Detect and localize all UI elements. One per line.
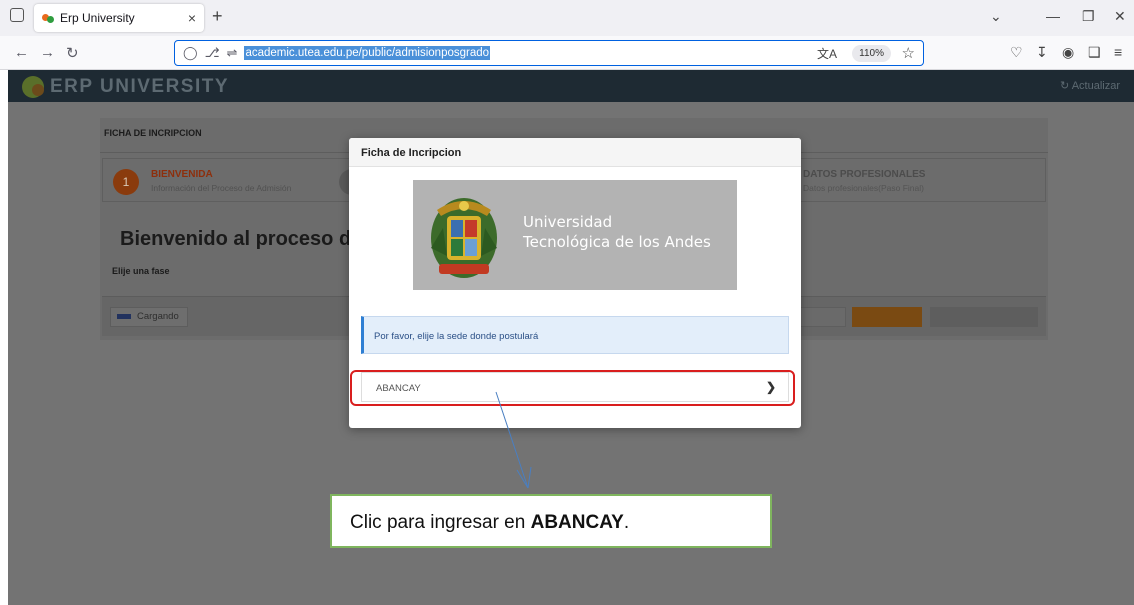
- brand[interactable]: ERP UNIVERSITY: [22, 76, 229, 98]
- step-subtitle: Información del Proceso de Admisión: [151, 183, 292, 193]
- screenshot: Erp University × + ⌄ — ❐ ✕ ← → ↻ ◯ ⎇ ⇌ a…: [0, 0, 1134, 605]
- browser-nav-bar: ← → ↻ ◯ ⎇ ⇌ academic.utea.edu.pe/public/…: [0, 36, 1134, 70]
- modal-title: Ficha de Incripcion: [361, 147, 462, 159]
- step-number: 1: [113, 169, 139, 195]
- welcome-heading: Bienvenido al proceso de: [120, 228, 363, 250]
- step-title: DATOS PROFESIONALES: [803, 169, 926, 180]
- address-bar[interactable]: ◯ ⎇ ⇌ academic.utea.edu.pe/public/admisi…: [174, 40, 924, 66]
- info-alert: Por favor, elije la sede donde postulará: [361, 316, 789, 354]
- bookmark-star-icon[interactable]: ☆: [902, 44, 915, 62]
- lock-icon[interactable]: ⎇: [205, 45, 220, 61]
- tab-close-icon[interactable]: ×: [188, 10, 196, 26]
- callout-text: Clic para ingresar en ABANCAY.: [350, 512, 629, 534]
- instruction-callout: Clic para ingresar en ABANCAY.: [330, 494, 772, 548]
- modal-header: Ficha de Incripcion: [349, 138, 801, 167]
- section-title: FICHA DE INCRIPCION: [104, 128, 202, 138]
- phase-label: Elije una fase: [112, 266, 170, 276]
- permissions-icon[interactable]: ⇌: [227, 45, 238, 61]
- university-name-line: Tecnológica de los Andes: [523, 233, 711, 251]
- list-all-tabs-icon[interactable]: ⌄: [990, 8, 1002, 25]
- university-crest-icon: [431, 198, 497, 278]
- account-icon[interactable]: ◉: [1062, 44, 1074, 61]
- next-button[interactable]: [852, 307, 922, 327]
- tab-title: Erp University: [60, 11, 135, 25]
- info-text: Por favor, elije la sede donde postulará: [374, 331, 539, 342]
- university-name-line: Universidad: [523, 213, 613, 231]
- shield-icon[interactable]: ◯: [183, 45, 198, 61]
- callout-bold: ABANCAY: [530, 512, 624, 533]
- zoom-level[interactable]: 110%: [852, 45, 891, 62]
- finish-button[interactable]: [930, 307, 1038, 327]
- callout-prefix: Clic para ingresar en: [350, 512, 531, 533]
- reload-icon[interactable]: ↻: [66, 44, 79, 62]
- downloads-icon[interactable]: ↧: [1036, 44, 1048, 61]
- refresh-button[interactable]: ↻ Actualizar: [1060, 79, 1120, 92]
- minimize-icon[interactable]: —: [1046, 8, 1060, 24]
- browser-tab-bar: Erp University × + ⌄ — ❐ ✕: [0, 0, 1134, 36]
- university-name: Universidad Tecnológica de los Andes: [523, 212, 711, 252]
- highlight-box: [350, 370, 795, 406]
- brand-name: ERP UNIVERSITY: [50, 76, 230, 97]
- menu-icon[interactable]: ≡: [1114, 44, 1122, 60]
- translate-icon[interactable]: 文A: [817, 45, 837, 62]
- refresh-label: Actualizar: [1071, 80, 1120, 92]
- browser-tab[interactable]: Erp University ×: [34, 4, 204, 32]
- back-icon[interactable]: ←: [14, 44, 29, 61]
- close-window-icon[interactable]: ✕: [1114, 8, 1126, 25]
- favicon-icon: [42, 12, 54, 24]
- step-title: BIENVENIDA: [151, 169, 213, 180]
- forward-icon[interactable]: →: [40, 44, 55, 61]
- loading-button[interactable]: Cargando: [110, 307, 188, 327]
- pocket-icon[interactable]: ♡: [1010, 44, 1023, 61]
- step-subtitle: Datos profesionales(Paso Final): [803, 183, 924, 193]
- url-text[interactable]: academic.utea.edu.pe/public/admisionposg…: [244, 46, 491, 60]
- tab-list-icon[interactable]: [10, 8, 24, 22]
- callout-suffix: .: [623, 512, 630, 533]
- brand-logo-icon: [22, 76, 44, 98]
- app-header: ERP UNIVERSITY ↻ Actualizar: [8, 70, 1134, 102]
- new-tab-button[interactable]: +: [212, 6, 223, 27]
- extensions-icon[interactable]: ❑: [1088, 44, 1101, 61]
- restore-icon[interactable]: ❐: [1082, 8, 1095, 25]
- university-banner: Universidad Tecnológica de los Andes: [413, 180, 737, 290]
